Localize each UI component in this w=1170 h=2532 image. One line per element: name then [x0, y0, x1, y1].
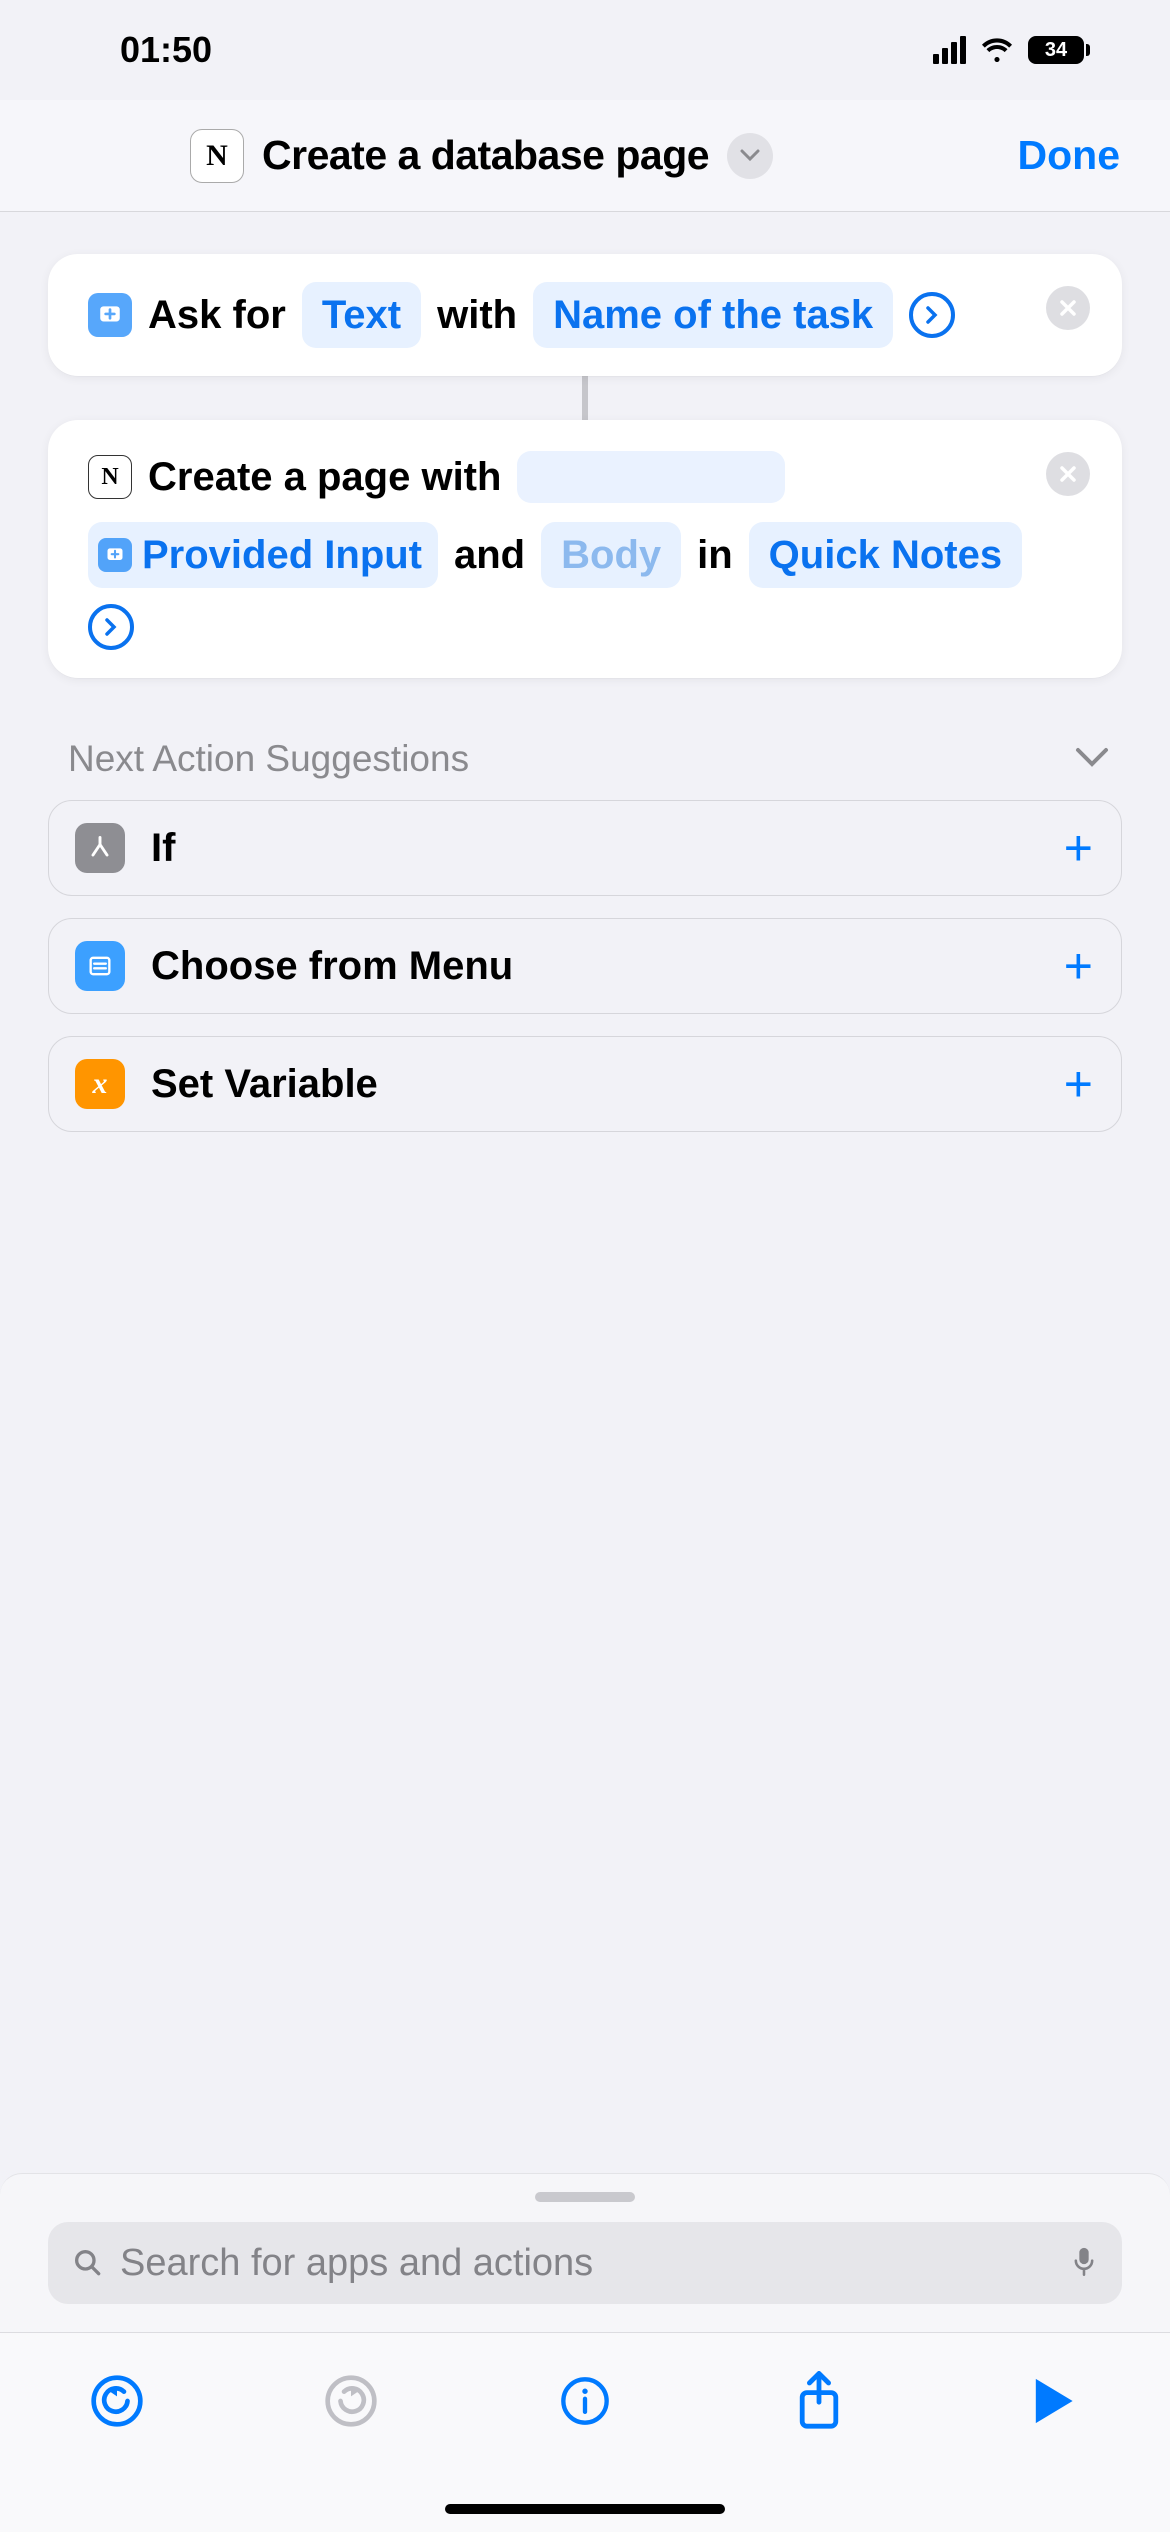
home-indicator — [445, 2504, 725, 2514]
empty-param-token[interactable] — [517, 451, 785, 503]
add-suggestion-button[interactable]: + — [1064, 1055, 1093, 1113]
suggestion-set-variable[interactable]: x Set Variable + — [48, 1036, 1122, 1132]
suggestion-label: Choose from Menu — [151, 944, 513, 989]
info-button[interactable] — [551, 2367, 619, 2435]
ask-middle: with — [437, 286, 517, 344]
header: N Create a database page Done — [0, 100, 1170, 212]
ask-input-icon — [88, 293, 132, 337]
remove-action-button[interactable] — [1046, 286, 1090, 330]
share-button[interactable] — [785, 2367, 853, 2435]
signal-bars-icon — [933, 36, 966, 64]
action-create-page[interactable]: N Create a page with Provided Input and … — [48, 420, 1122, 678]
title-menu-button[interactable] — [727, 133, 773, 179]
redo-button[interactable] — [317, 2367, 385, 2435]
action-ask-for-input[interactable]: Ask for Text with Name of the task — [48, 254, 1122, 376]
add-suggestion-button[interactable]: + — [1064, 819, 1093, 877]
in-text: in — [697, 526, 733, 584]
done-button[interactable]: Done — [1018, 132, 1121, 179]
notion-icon: N — [190, 129, 244, 183]
suggestion-label: Set Variable — [151, 1062, 378, 1107]
notion-icon: N — [88, 455, 132, 499]
status-time: 01:50 — [120, 29, 212, 71]
prompt-token[interactable]: Name of the task — [533, 282, 893, 348]
run-button[interactable] — [1019, 2367, 1087, 2435]
remove-action-button[interactable] — [1046, 452, 1090, 496]
bottom-toolbar — [0, 2332, 1170, 2532]
drawer-grabber[interactable] — [535, 2192, 635, 2202]
add-suggestion-button[interactable]: + — [1064, 937, 1093, 995]
collapse-suggestions-button[interactable] — [1074, 746, 1110, 773]
suggestion-choose-menu[interactable]: Choose from Menu + — [48, 918, 1122, 1014]
suggestion-if[interactable]: If + — [48, 800, 1122, 896]
variable-icon: x — [75, 1059, 125, 1109]
create-prefix: Create a page with — [148, 448, 501, 506]
mic-icon[interactable] — [1070, 2245, 1098, 2281]
expand-action-button[interactable] — [88, 604, 134, 650]
search-field[interactable] — [48, 2222, 1122, 2304]
page-title: Create a database page — [262, 132, 709, 179]
branch-icon — [75, 823, 125, 873]
input-type-token[interactable]: Text — [302, 282, 421, 348]
ask-prefix: Ask for — [148, 286, 286, 344]
suggestions-title: Next Action Suggestions — [68, 738, 469, 780]
connector — [582, 372, 588, 424]
body-token[interactable]: Body — [541, 522, 681, 588]
destination-token[interactable]: Quick Notes — [749, 522, 1022, 588]
menu-icon — [75, 941, 125, 991]
and-text: and — [454, 526, 525, 584]
undo-button[interactable] — [83, 2367, 151, 2435]
suggestion-label: If — [151, 826, 175, 871]
status-bar: 01:50 34 — [0, 0, 1170, 100]
search-drawer[interactable] — [0, 2173, 1170, 2332]
battery-indicator: 34 — [1028, 36, 1090, 64]
wifi-icon — [980, 37, 1014, 63]
provided-input-token[interactable]: Provided Input — [88, 522, 438, 588]
search-input[interactable] — [120, 2242, 1054, 2285]
expand-action-button[interactable] — [909, 292, 955, 338]
search-icon — [72, 2247, 104, 2279]
